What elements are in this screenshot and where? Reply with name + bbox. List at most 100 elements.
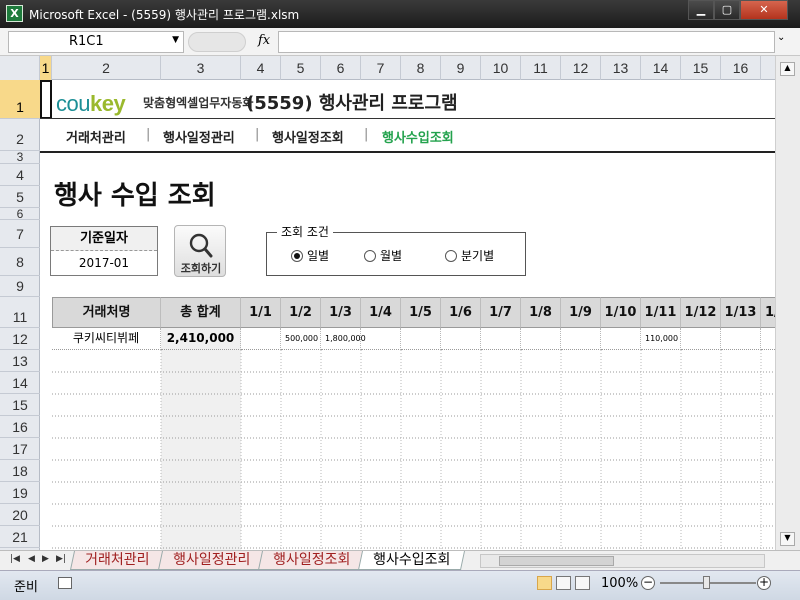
column-header[interactable]: 1 xyxy=(40,56,52,80)
scroll-down-icon[interactable]: ▼ xyxy=(780,532,795,546)
nav-item-revenue-lookup[interactable]: 행사수입조회 xyxy=(382,127,454,146)
minimize-button[interactable]: ▁ xyxy=(688,0,714,20)
row-header[interactable]: 13 xyxy=(0,350,40,372)
row-header[interactable]: 15 xyxy=(0,394,40,416)
table-cell[interactable] xyxy=(441,328,481,350)
row-header[interactable]: 19 xyxy=(0,482,40,504)
sheet-tab-event-schedule[interactable]: 행사일정관리 xyxy=(157,551,266,570)
horizontal-scrollbar[interactable] xyxy=(480,554,765,568)
zoom-out-button[interactable]: − xyxy=(641,576,655,590)
column-header[interactable]: 3 xyxy=(161,56,241,80)
table-cell[interactable] xyxy=(761,328,775,350)
column-header[interactable]: 12 xyxy=(561,56,601,80)
table-cell[interactable] xyxy=(521,328,561,350)
table-cell[interactable]: 1,800,000 xyxy=(321,328,366,350)
table-header-date: 1/10 xyxy=(601,297,641,328)
formula-input[interactable] xyxy=(278,31,775,53)
row-header[interactable]: 20 xyxy=(0,504,40,526)
sheet-tab-clients[interactable]: 거래처관리 xyxy=(69,551,165,570)
prev-sheet-icon[interactable]: ◀ xyxy=(28,554,35,564)
table-cell[interactable] xyxy=(721,328,761,350)
next-sheet-icon[interactable]: ▶ xyxy=(42,554,49,564)
page-layout-view-icon[interactable] xyxy=(556,576,571,590)
nav-item-clients[interactable]: 거래처관리 xyxy=(66,127,126,146)
radio-daily[interactable]: 일별 xyxy=(291,247,329,264)
column-header[interactable]: 5 xyxy=(281,56,321,80)
excel-app-icon[interactable]: X xyxy=(6,5,23,22)
row-header[interactable]: 17 xyxy=(0,438,40,460)
zoom-level[interactable]: 100% xyxy=(601,576,638,591)
select-all-corner[interactable] xyxy=(0,56,40,80)
normal-view-icon[interactable] xyxy=(537,576,552,590)
row-header[interactable]: 4 xyxy=(0,164,40,186)
row-header[interactable]: 5 xyxy=(0,186,40,208)
column-header[interactable]: 9 xyxy=(441,56,481,80)
horizontal-scroll-thumb[interactable] xyxy=(499,556,614,566)
row-header[interactable]: 7 xyxy=(0,220,40,248)
radio-empty-icon xyxy=(364,250,376,262)
macro-record-icon[interactable] xyxy=(58,577,72,589)
column-header[interactable]: 2 xyxy=(52,56,161,80)
row-header[interactable]: 12 xyxy=(0,328,40,350)
name-box[interactable]: R1C1 ▼ xyxy=(8,31,184,53)
search-button[interactable]: 조회하기 xyxy=(174,225,226,277)
column-header[interactable]: 13 xyxy=(601,56,641,80)
column-header[interactable]: 8 xyxy=(401,56,441,80)
table-cell-total[interactable]: 2,410,000 xyxy=(161,328,241,350)
column-header[interactable]: 10 xyxy=(481,56,521,80)
sheet-tab-schedule-lookup[interactable]: 행사일정조회 xyxy=(257,551,366,570)
row-header[interactable]: 16 xyxy=(0,416,40,438)
row-header[interactable]: 6 xyxy=(0,208,40,220)
maximize-button[interactable]: ▢ xyxy=(714,0,740,20)
title-bar: X Microsoft Excel - (5559) 행사관리 프로그램.xls… xyxy=(0,0,800,28)
nav-item-event-schedule[interactable]: 행사일정관리 xyxy=(163,127,235,146)
table-cell[interactable]: 110,000 xyxy=(641,328,681,350)
reference-date-input[interactable]: 2017-01 xyxy=(51,251,157,275)
table-cell-client[interactable]: 쿠키씨티뷔페 xyxy=(52,328,161,350)
table-cell[interactable] xyxy=(241,328,281,350)
column-header[interactable]: 14 xyxy=(641,56,681,80)
table-cell[interactable] xyxy=(681,328,721,350)
scroll-up-icon[interactable]: ▲ xyxy=(780,62,795,76)
row-header[interactable]: 11 xyxy=(0,297,40,328)
first-sheet-icon[interactable]: |◀ xyxy=(10,554,20,564)
table-cell[interactable]: 500,000 xyxy=(281,328,321,350)
last-sheet-icon[interactable]: ▶| xyxy=(56,554,66,564)
row-header[interactable]: 9 xyxy=(0,276,40,297)
worksheet[interactable]: coukey 맞춤형엑셀업무자동화 (5559) 행사관리 프로그램 거래처관리… xyxy=(40,80,775,550)
page-break-view-icon[interactable] xyxy=(575,576,590,590)
radio-monthly[interactable]: 월별 xyxy=(364,247,402,264)
search-conditions-label: 조회 조건 xyxy=(277,223,333,240)
row-header[interactable]: 18 xyxy=(0,460,40,482)
sheet-tab-revenue-lookup[interactable]: 행사수입조회 xyxy=(357,551,466,570)
row-header[interactable]: 2 xyxy=(0,119,40,151)
row-header[interactable]: 14 xyxy=(0,372,40,394)
table-cell[interactable] xyxy=(561,328,601,350)
formula-bar-grip[interactable] xyxy=(188,32,246,52)
row-header[interactable]: 21 xyxy=(0,526,40,548)
table-cell[interactable] xyxy=(401,328,441,350)
zoom-in-button[interactable]: + xyxy=(757,576,771,590)
column-header[interactable]: 4 xyxy=(241,56,281,80)
insert-function-icon[interactable]: fx xyxy=(258,33,270,48)
close-button[interactable]: ✕ xyxy=(740,0,788,20)
column-header[interactable]: 11 xyxy=(521,56,561,80)
vertical-scrollbar[interactable]: ▲ ▼ xyxy=(775,56,800,550)
column-header[interactable]: 7 xyxy=(361,56,401,80)
search-conditions-group: 조회 조건 일별 월별 분기별 xyxy=(266,223,526,276)
expand-formula-icon[interactable]: ⌄ xyxy=(777,32,785,43)
table-cell[interactable] xyxy=(361,328,401,350)
nav-item-schedule-lookup[interactable]: 행사일정조회 xyxy=(272,127,344,146)
row-header[interactable]: 1 xyxy=(0,80,40,119)
coukey-logo: coukey xyxy=(56,91,126,116)
zoom-slider-thumb[interactable] xyxy=(703,576,710,589)
table-cell[interactable] xyxy=(481,328,521,350)
row-header[interactable]: 3 xyxy=(0,151,40,164)
table-cell[interactable] xyxy=(601,328,641,350)
column-header[interactable]: 16 xyxy=(721,56,761,80)
row-header[interactable]: 8 xyxy=(0,248,40,276)
radio-quarterly[interactable]: 분기별 xyxy=(445,247,494,264)
column-header[interactable]: 6 xyxy=(321,56,361,80)
column-header[interactable]: 15 xyxy=(681,56,721,80)
chevron-down-icon[interactable]: ▼ xyxy=(172,35,179,45)
